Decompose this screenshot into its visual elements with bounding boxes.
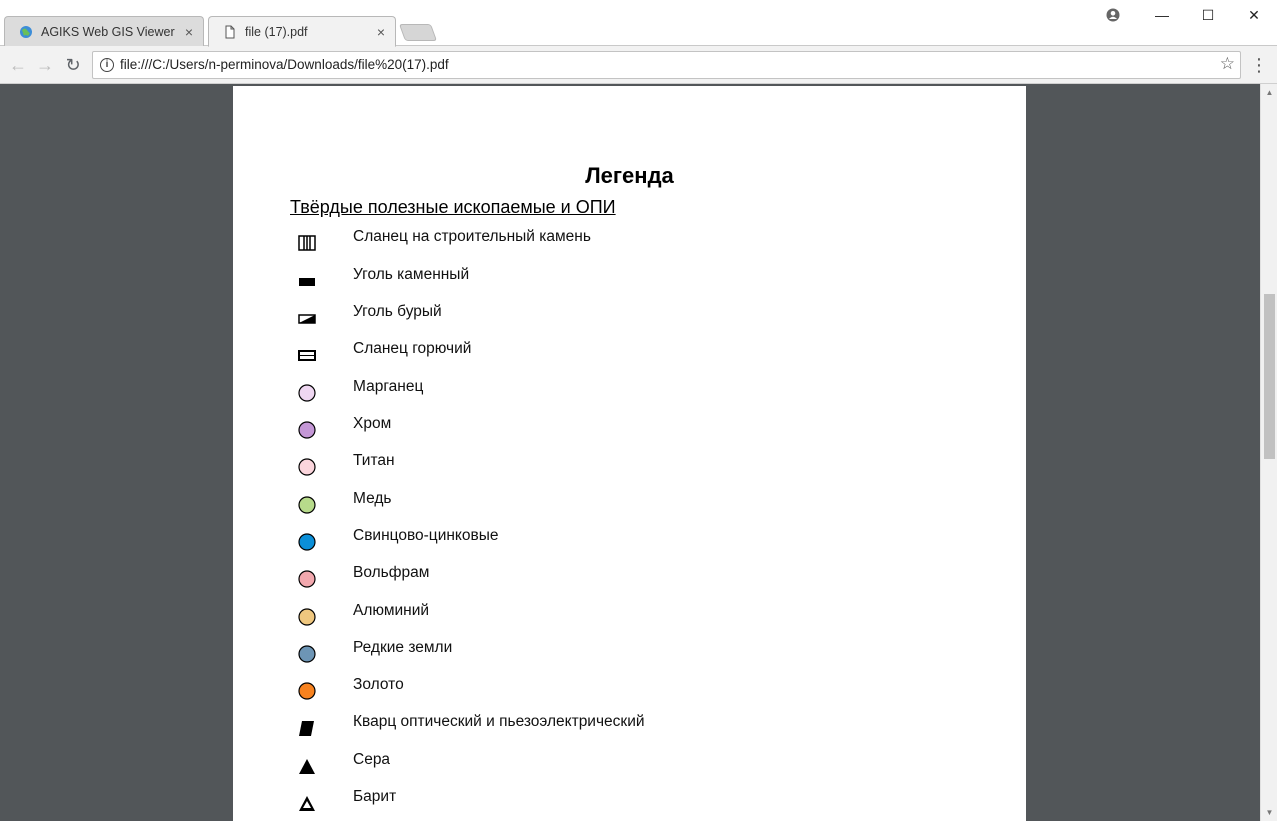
title-bar: AGIKS Web GIS Viewer × file (17).pdf × —…: [0, 0, 1277, 47]
legend-item: Золото: [290, 676, 990, 702]
scroll-down-arrow-icon[interactable]: ▼: [1261, 804, 1277, 821]
vertical-scrollbar[interactable]: ▲ ▼: [1260, 84, 1277, 821]
legend-item-label: Вольфрам: [353, 564, 430, 581]
pdf-page: Легенда Твёрдые полезные ископаемые и ОП…: [233, 86, 1026, 821]
legend-item: Медь: [290, 490, 990, 516]
legend-item: Сланец на строительный камень: [290, 228, 990, 254]
circle-icon: [298, 645, 316, 663]
striped-rect-icon: [298, 350, 316, 361]
browser-toolbar: ← → ↻ i file:///C:/Users/n-perminova/Dow…: [0, 46, 1277, 84]
scroll-up-arrow-icon[interactable]: ▲: [1261, 84, 1277, 101]
tab-close-icon[interactable]: ×: [377, 17, 385, 48]
tab-label: AGIKS Web GIS Viewer: [41, 25, 175, 39]
legend-item-label: Уголь бурый: [353, 303, 442, 320]
circle-icon: [298, 421, 316, 439]
menu-icon[interactable]: ⋮: [1250, 54, 1268, 76]
close-window-button[interactable]: ✕: [1231, 4, 1277, 26]
new-tab-button[interactable]: [398, 24, 438, 41]
minimize-button[interactable]: —: [1139, 4, 1185, 26]
legend-item-label: Марганец: [353, 378, 424, 395]
info-icon[interactable]: i: [100, 58, 114, 72]
circle-icon: [298, 458, 316, 476]
legend-item: Марганец: [290, 378, 990, 404]
legend-item-label: Сланец на строительный камень: [353, 228, 591, 245]
vertical-bars-icon: [298, 235, 316, 251]
outline-triangle-icon: [299, 796, 315, 811]
legend-title: Легенда: [585, 163, 674, 188]
pdf-viewer[interactable]: Легенда Твёрдые полезные ископаемые и ОП…: [0, 84, 1260, 821]
circle-icon: [298, 682, 316, 700]
parallelogram-icon: [299, 721, 314, 736]
url-text[interactable]: file:///C:/Users/n-perminova/Downloads/f…: [120, 52, 449, 78]
legend-item-label: Свинцово-цинковые: [353, 527, 499, 544]
circle-icon: [298, 570, 316, 588]
legend-item: Вольфрам: [290, 564, 990, 590]
tab-label: file (17).pdf: [245, 25, 308, 39]
legend-item: Уголь бурый: [290, 303, 990, 329]
scrollbar-thumb[interactable]: [1264, 294, 1275, 459]
legend-item-label: Кварц оптический и пьезоэлектрический: [353, 713, 645, 730]
filled-rect-icon: [299, 278, 315, 286]
legend-item-label: Сера: [353, 751, 391, 768]
legend-item-label: Уголь каменный: [353, 266, 470, 283]
legend-item-label: Барит: [353, 788, 397, 805]
circle-icon: [298, 384, 316, 402]
legend-item: Свинцово-цинковые: [290, 527, 990, 553]
legend-item: Кварц оптический и пьезоэлектрический: [290, 713, 990, 739]
reload-button[interactable]: ↻: [62, 54, 84, 76]
profile-icon[interactable]: [1090, 4, 1136, 26]
section-title: Твёрдые полезные ископаемые и ОПИ: [290, 197, 616, 217]
circle-icon: [298, 496, 316, 514]
back-button[interactable]: ←: [7, 54, 29, 76]
legend-item-label: Сланец горючий: [353, 340, 472, 357]
maximize-button[interactable]: ☐: [1185, 4, 1231, 26]
bookmark-star-icon[interactable]: ☆: [1220, 54, 1235, 74]
legend-item-label: Медь: [353, 490, 392, 507]
legend-item: Титан: [290, 452, 990, 478]
tab-close-icon[interactable]: ×: [185, 17, 193, 48]
legend-item-label: Редкие земли: [353, 639, 453, 656]
legend-item: Барит: [290, 788, 990, 814]
circle-icon: [298, 533, 316, 551]
legend-item-label: Золото: [353, 676, 404, 693]
forward-button[interactable]: →: [34, 54, 56, 76]
document-icon: [225, 25, 235, 39]
legend-item: Уголь каменный: [290, 266, 990, 292]
tab-agiks-web-gis-viewer[interactable]: AGIKS Web GIS Viewer ×: [4, 16, 204, 47]
legend-item: Сера: [290, 751, 990, 777]
legend-item: Сланец горючий: [290, 340, 990, 366]
legend-item: Хром: [290, 415, 990, 441]
globe-icon: [20, 26, 32, 38]
half-filled-rect-icon: [298, 314, 316, 324]
address-bar[interactable]: i file:///C:/Users/n-perminova/Downloads…: [92, 51, 1241, 79]
legend-item-label: Титан: [353, 452, 395, 469]
legend-item-label: Хром: [353, 415, 392, 432]
legend-item: Редкие земли: [290, 639, 990, 665]
filled-triangle-icon: [299, 759, 315, 774]
legend-item-label: Алюминий: [353, 602, 430, 619]
legend-item: Алюминий: [290, 602, 990, 628]
circle-icon: [298, 608, 316, 626]
tab-file-17-pdf[interactable]: file (17).pdf ×: [208, 16, 396, 47]
